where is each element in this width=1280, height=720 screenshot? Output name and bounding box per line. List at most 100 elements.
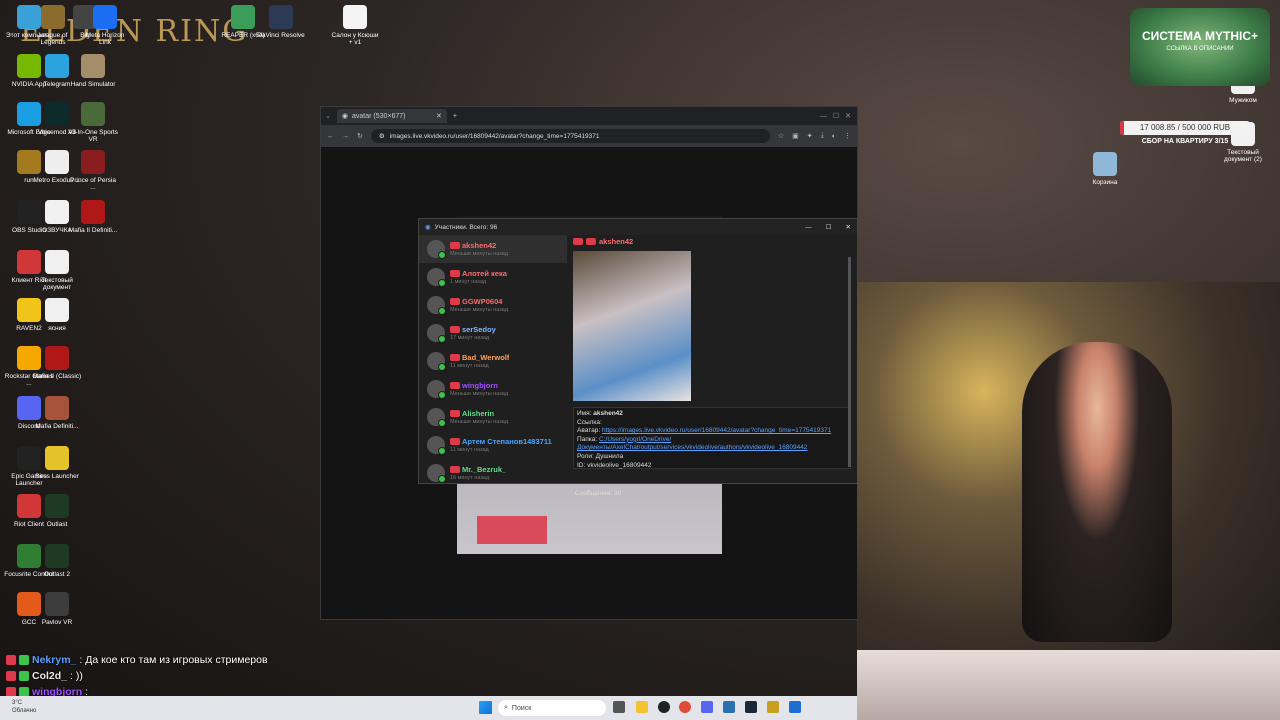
avatar (427, 352, 446, 371)
link-label: Ссылка: (577, 418, 602, 426)
scrollbar[interactable] (848, 257, 851, 467)
desktop-icon[interactable]: Sirus Launcher (32, 446, 82, 480)
menu-kebab-icon[interactable]: ⋮ (844, 132, 851, 140)
participant-name-row: Bad_Werwolf (450, 353, 509, 362)
id-label: ID: (577, 461, 586, 469)
desktop-icon[interactable]: Текстовый документ (32, 250, 82, 292)
participant-item[interactable]: GGWP0604 Меньше минуты назад (419, 291, 567, 319)
new-tab-icon[interactable]: + (453, 113, 457, 120)
detail-info: Имя: akshen42 Ссылка: Аватар: https://im… (573, 407, 851, 469)
donation-goal-caption: СБОР НА КВАРТИРУ 3/15 (1141, 138, 1229, 145)
minimize-icon[interactable]: — (805, 224, 812, 231)
browser-tab[interactable]: ◉ avatar (530×677) ✕ (336, 109, 447, 123)
mafia-icon (45, 396, 69, 420)
participant-item[interactable]: Bad_Werwolf 11 минут назад (419, 347, 567, 375)
extensions-puzzle-icon[interactable]: ✦ (807, 132, 813, 140)
desktop-icon[interactable]: Prince of Persia ... (68, 150, 118, 192)
desktop-icon[interactable]: Outlast 2 (32, 544, 82, 578)
file-explorer-icon[interactable] (636, 701, 648, 713)
desktop-icon[interactable]: ясния (32, 298, 82, 332)
telegram-taskbar-icon[interactable] (723, 701, 735, 713)
live-badge-icon (450, 438, 460, 445)
weather-widget[interactable]: 3°C Облачно (12, 699, 36, 715)
live-badge-icon (450, 242, 460, 249)
close-window-icon[interactable]: ✕ (846, 223, 851, 231)
close-window-icon[interactable]: ✕ (845, 112, 851, 120)
donation-goal-bar: 17 008.85 / 500 000 RUB (1120, 121, 1250, 135)
download-icon[interactable]: ⤓ (821, 132, 824, 140)
desktop-icon-label: Sirus Launcher (35, 473, 79, 480)
maximize-icon[interactable]: ☐ (826, 223, 832, 231)
desktop-icon[interactable]: Meta Horizon Link (80, 5, 130, 47)
participant-name: Bad_Werwolf (462, 353, 510, 362)
mythic-title: СИСТЕМА MYTHIC+ (1142, 29, 1258, 43)
desktop-icon[interactable]: Hand Simulator (68, 54, 118, 88)
participant-item[interactable]: Артем Степанов1483711 11 минут назад (419, 431, 567, 459)
site-info-icon[interactable]: ⚙ (379, 132, 385, 140)
lock-taskbar-icon[interactable] (767, 701, 779, 713)
desktop-icon[interactable]: Салон у Ксюши + v1 (330, 5, 380, 47)
participant-item[interactable]: Алотей кека 1 минут назад (419, 263, 567, 291)
app-taskbar-icon[interactable] (789, 701, 801, 713)
desktop-icon-label: Mafia Definiti... (35, 423, 79, 430)
participant-time: Меньше минуты назад (450, 307, 509, 313)
participant-name: wingbjorn (462, 381, 498, 390)
avatar (427, 436, 446, 455)
participant-time: 16 минут назад (450, 475, 490, 481)
avatar-url-link[interactable]: https://images.live.vkvideo.ru/user/1680… (602, 427, 831, 434)
start-button[interactable] (479, 701, 492, 714)
desktop-icon[interactable]: DaVinci Resolve (256, 5, 306, 39)
taskbar-search[interactable]: ⌕ Поиск (498, 700, 606, 716)
extension-icon[interactable]: ▣ (792, 132, 799, 140)
outlast-icon (45, 494, 69, 518)
participant-time: Меньше минуты назад (450, 391, 509, 397)
desktop-icon-label: Hand Simulator (70, 81, 116, 88)
avatar (427, 408, 446, 427)
desktop-icon[interactable]: Mafia Definiti... (32, 396, 82, 430)
telegram-icon (45, 54, 69, 78)
folder-path-link[interactable]: C:/Users/yogrl/OneDrive/Документы/AxelCh… (577, 436, 807, 452)
tab-list-icon[interactable]: ⌄ (325, 112, 331, 120)
desktop-icon[interactable]: Корзина (1080, 152, 1130, 186)
mafia-icon (45, 346, 69, 370)
detail-header: akshen42 (573, 237, 633, 246)
forward-icon[interactable]: → (342, 133, 349, 140)
task-view-icon[interactable] (613, 701, 625, 713)
obs-taskbar-icon[interactable] (658, 701, 670, 713)
reload-icon[interactable]: ↻ (357, 132, 363, 140)
steam-taskbar-icon[interactable] (745, 701, 757, 713)
desktop-icon-label: Текстовый документ (41, 277, 73, 292)
reaper-icon (231, 5, 255, 29)
maximize-icon[interactable]: ☐ (833, 112, 839, 120)
profile-icon[interactable]: ◐ (832, 133, 836, 140)
participant-item[interactable]: serSedoy 17 минут назад (419, 319, 567, 347)
participants-window[interactable]: ◉ Участники. Всего: 96 — ☐ ✕ akshen42 Мен… (418, 218, 858, 497)
participant-item[interactable]: Alisherin Меньше минуты назад (419, 403, 567, 431)
discord-taskbar-icon[interactable] (701, 701, 713, 713)
desktop-icon[interactable]: All-In-One Sports VR (68, 102, 118, 144)
participant-item[interactable]: akshen42 Меньше минуты назад (419, 235, 567, 263)
desktop-icon-label: Outlast (46, 521, 68, 528)
avatar (427, 380, 446, 399)
desktop-icon[interactable]: Mafia II (Classic) (32, 346, 82, 380)
chat-author: Nekrym_ (32, 654, 77, 666)
back-icon[interactable]: ← (327, 133, 334, 140)
desktop-icon-label: Текстовый документ (2) (1224, 149, 1262, 164)
participant-item[interactable]: wingbjorn Меньше минуты назад (419, 375, 567, 403)
close-tab-icon[interactable]: ✕ (436, 112, 442, 120)
desktop-icon[interactable]: Outlast (32, 494, 82, 528)
address-bar[interactable]: ⚙ images.live.vkvideo.ru/user/16809442/a… (370, 129, 770, 143)
donation-goal-text: 17 008.85 / 500 000 RUB (1139, 123, 1231, 132)
minimize-icon[interactable]: — (820, 113, 827, 120)
desktop-icon[interactable]: Pavlov VR (32, 592, 82, 626)
avatar (427, 240, 446, 259)
participant-item[interactable]: Mr._Bezruk_ 16 минут назад (419, 459, 567, 485)
chrome-taskbar-icon[interactable] (679, 701, 691, 713)
chat-overlay: Nekrym_: Да кое кто там из игровых стрим… (6, 652, 268, 700)
participant-name-row: Alisherin (450, 409, 508, 418)
bookmark-star-icon[interactable]: ☆ (778, 132, 784, 140)
participant-detail: akshen42 Имя: akshen42 Ссылка: Аватар: h… (571, 235, 853, 497)
outlast-icon (45, 544, 69, 568)
participant-info: serSedoy 17 минут назад (450, 325, 496, 341)
desktop-icon[interactable]: Mafia II Definiti... (68, 200, 118, 234)
